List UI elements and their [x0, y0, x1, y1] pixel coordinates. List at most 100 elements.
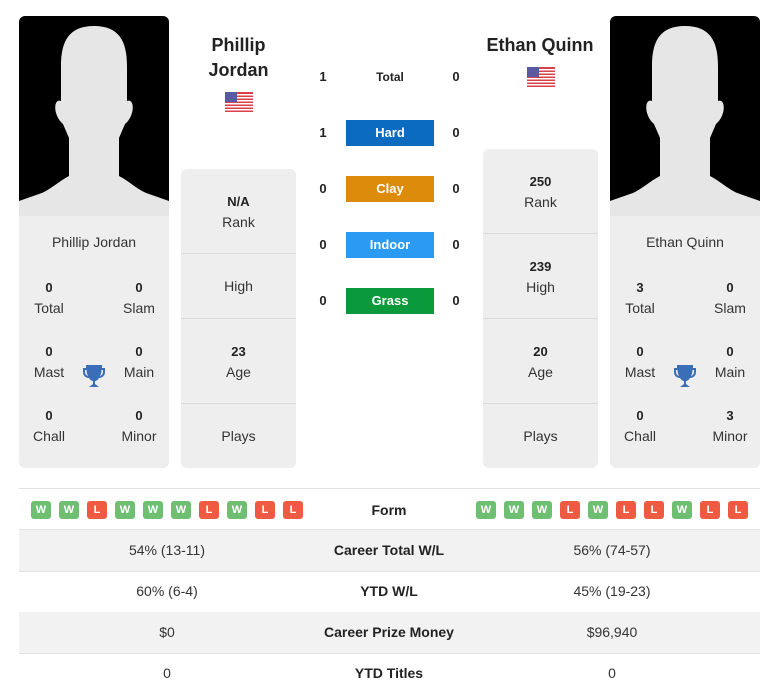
player2-plays: Plays: [523, 428, 558, 444]
player-silhouette-icon: [610, 26, 760, 216]
form-label: Form: [371, 502, 407, 518]
player1-plays: Plays: [221, 428, 256, 444]
player2-titles-total: 3 Total: [625, 280, 655, 316]
divider: [181, 403, 296, 404]
player1-titles-slam: 0 Slam: [123, 280, 155, 316]
comparison-label: YTD W/L: [360, 583, 418, 599]
form-badge-win[interactable]: W: [532, 501, 552, 519]
form-badge-loss[interactable]: L: [644, 501, 664, 519]
h2h-player1-count: 0: [319, 293, 327, 308]
divider: [483, 233, 598, 234]
us-flag-icon: [527, 67, 555, 87]
comparison-label: Career Total W/L: [333, 542, 445, 558]
player2-titles-minor: 3 Minor: [712, 408, 748, 444]
form-badge-win[interactable]: W: [227, 501, 247, 519]
player1-card: Phillip Jordan 0 Total 0 Slam 0 Mast 0 M…: [19, 16, 169, 468]
player2-photo[interactable]: [610, 16, 760, 216]
player1-titles-total: 0 Total: [34, 280, 64, 316]
player2-name-heading[interactable]: Ethan Quinn: [470, 33, 610, 58]
player-silhouette-icon: [19, 26, 169, 216]
player1-titles-minor: 0 Minor: [121, 408, 157, 444]
form-badge-win[interactable]: W: [115, 501, 135, 519]
form-badge-loss[interactable]: L: [87, 501, 107, 519]
player2-value: 0: [608, 665, 616, 681]
h2h-row-total: 1 Total 0: [310, 64, 470, 90]
form-badge-loss[interactable]: L: [728, 501, 748, 519]
player2-age: 20 Age: [528, 344, 553, 380]
divider: [181, 253, 296, 254]
player1-titles-mast: 0 Mast: [33, 344, 65, 380]
h2h-player2-count: 0: [452, 293, 460, 308]
form-badge-loss[interactable]: L: [255, 501, 275, 519]
comparison-row: 60% (6-4) YTD W/L 45% (19-23): [19, 571, 760, 613]
h2h-row-indoor: 0 Indoor 0: [310, 232, 470, 258]
player1-value: 0: [163, 665, 171, 681]
player1-name-heading[interactable]: Phillip Jordan: [181, 33, 296, 83]
form-badge-win[interactable]: W: [171, 501, 191, 519]
form-row: Form WWLWWWLWLLWWWLWLLWLL: [19, 489, 760, 529]
player2-stats-card: 250 Rank 239 High 20 Age Plays: [483, 149, 598, 468]
h2h-player1-count: 0: [319, 237, 327, 252]
surface-label-indoor[interactable]: Indoor: [346, 232, 434, 258]
player1-high: High: [224, 278, 253, 294]
player1-value: 54% (13-11): [128, 542, 205, 558]
h2h-player1-count: 1: [319, 69, 327, 84]
form-badge-win[interactable]: W: [588, 501, 608, 519]
player2-high: 239 High: [526, 259, 555, 295]
h2h-row-clay: 0 Clay 0: [310, 176, 470, 202]
player2-titles-main: 0 Main: [714, 344, 746, 380]
form-badge-loss[interactable]: L: [616, 501, 636, 519]
player1-titles-main: 0 Main: [123, 344, 155, 380]
h2h-player2-count: 0: [452, 69, 460, 84]
player1-titles-chall: 0 Chall: [33, 408, 65, 444]
trophy-icon: [673, 363, 697, 389]
player2-value: $96,940: [586, 624, 638, 640]
divider: [483, 318, 598, 319]
h2h-player1-count: 0: [319, 181, 327, 196]
h2h-row-grass: 0 Grass 0: [310, 288, 470, 314]
player1-value: 60% (6-4): [136, 583, 198, 599]
us-flag-icon: [225, 92, 253, 112]
form-badge-win[interactable]: W: [476, 501, 496, 519]
form-badge-win[interactable]: W: [672, 501, 692, 519]
surface-label-clay[interactable]: Clay: [346, 176, 434, 202]
form-badge-win[interactable]: W: [31, 501, 51, 519]
comparison-row: $0 Career Prize Money $96,940: [19, 612, 760, 654]
form-badge-loss[interactable]: L: [700, 501, 720, 519]
player2-value: 45% (19-23): [573, 583, 651, 599]
form-badge-loss[interactable]: L: [560, 501, 580, 519]
divider: [181, 318, 296, 319]
surface-label-total: Total: [376, 70, 404, 84]
player2-titles-chall: 0 Chall: [624, 408, 656, 444]
player2-rank: 250 Rank: [524, 174, 557, 210]
player1-rank: N/A Rank: [222, 194, 255, 230]
comparison-label: Career Prize Money: [324, 624, 454, 640]
form-badge-win[interactable]: W: [143, 501, 163, 519]
player2-card: Ethan Quinn 3 Total 0 Slam 0 Mast 0 Main…: [610, 16, 760, 468]
player1-photo[interactable]: [19, 16, 169, 216]
comparison-label: YTD Titles: [354, 665, 424, 681]
player2-value: 56% (74-57): [573, 542, 651, 558]
comparison-row: 0 YTD Titles 0: [19, 653, 760, 694]
comparison-row: 54% (13-11) Career Total W/L 56% (74-57): [19, 530, 760, 572]
player1-stats-card: N/A Rank High 23 Age Plays: [181, 169, 296, 468]
h2h-player2-count: 0: [452, 125, 460, 140]
h2h-player2-count: 0: [452, 237, 460, 252]
player2-titles-slam: 0 Slam: [714, 280, 746, 316]
form-badge-loss[interactable]: L: [283, 501, 303, 519]
divider: [483, 403, 598, 404]
h2h-player2-count: 0: [452, 181, 460, 196]
form-badge-loss[interactable]: L: [199, 501, 219, 519]
form-badge-win[interactable]: W: [59, 501, 79, 519]
form-badge-win[interactable]: W: [504, 501, 524, 519]
player2-titles-mast: 0 Mast: [624, 344, 656, 380]
player2-card-name: Ethan Quinn: [646, 234, 724, 250]
trophy-icon: [82, 363, 106, 389]
player1-age: 23 Age: [226, 344, 251, 380]
h2h-player1-count: 1: [319, 125, 327, 140]
player1-card-name: Phillip Jordan: [51, 234, 137, 250]
surface-label-grass[interactable]: Grass: [346, 288, 434, 314]
h2h-row-hard: 1 Hard 0: [310, 120, 470, 146]
surface-label-hard[interactable]: Hard: [346, 120, 434, 146]
player1-value: $0: [159, 624, 175, 640]
